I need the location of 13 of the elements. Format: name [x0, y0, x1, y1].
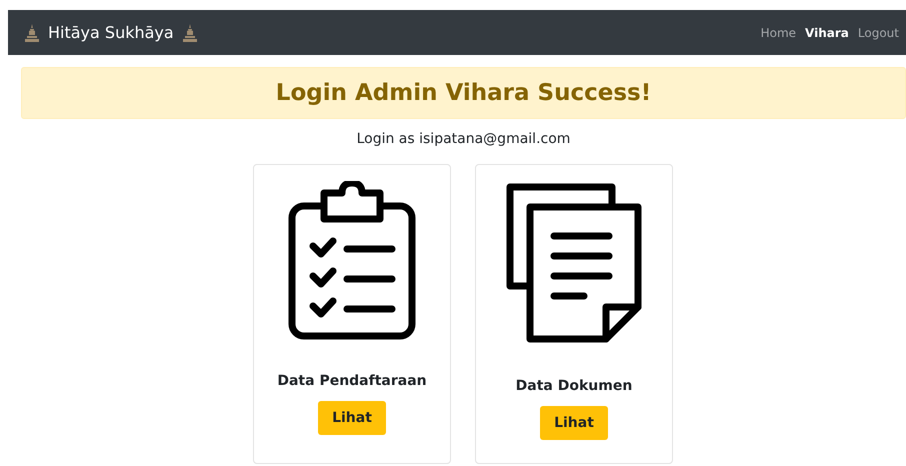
stupa-icon: [182, 24, 198, 42]
nav-link[interactable]: Vihara: [805, 26, 849, 40]
login-info: Login as isipatana@gmail.com: [356, 131, 570, 147]
success-alert: Login Admin Vihara Success!: [21, 67, 906, 119]
view-button[interactable]: Lihat: [540, 406, 608, 440]
nav-link[interactable]: Logout: [858, 26, 899, 40]
nav-link[interactable]: Home: [760, 26, 796, 40]
card-title: Data Dokumen: [516, 378, 632, 394]
brand-name[interactable]: Hitāya Sukhāya: [48, 23, 174, 42]
card-title: Data Pendaftaraan: [277, 373, 427, 389]
view-button[interactable]: Lihat: [318, 401, 386, 435]
stupa-icon: [24, 24, 40, 42]
clipboard-checklist-icon: [287, 181, 417, 341]
